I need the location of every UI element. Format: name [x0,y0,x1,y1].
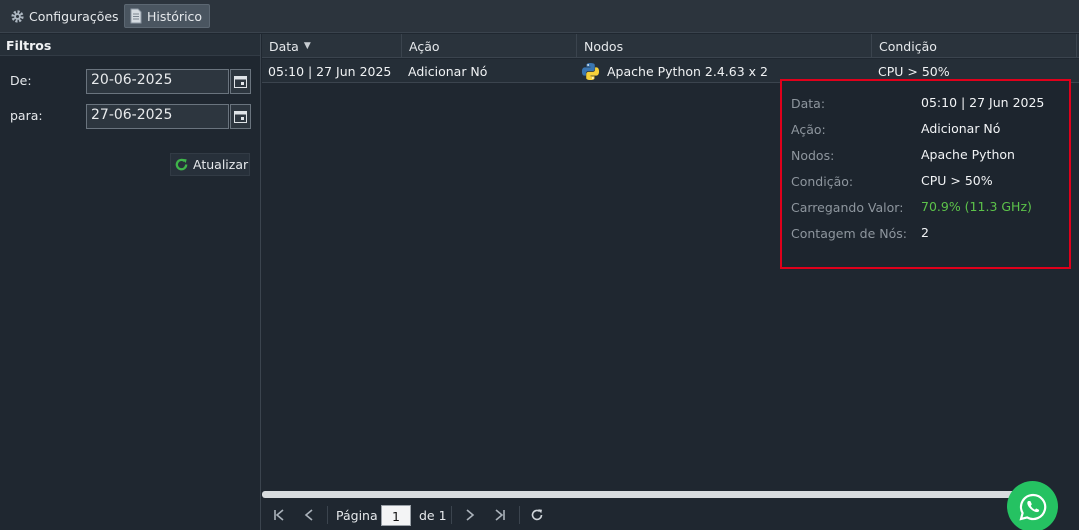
tooltip-value-contagem: 2 [921,225,929,240]
horizontal-scrollbar[interactable] [262,491,1022,498]
calendar-icon [234,75,247,88]
cell-acao: Adicionar Nó [408,63,488,79]
reload-button[interactable] [526,504,548,526]
cell-nodos-label: Apache Python 2.4.63 x 2 [607,63,768,79]
cell-data: 05:10 | 27 Jun 2025 [268,63,392,79]
column-header-nodos-label: Nodos [584,38,624,54]
tooltip-label-nodos: Nodos: [791,148,835,163]
tooltip-value-carregando: 70.9% (11.3 GHz) [921,199,1032,214]
column-header-acao-label: Ação [409,38,440,54]
tab-configuracoes[interactable]: Configurações [4,4,125,28]
whatsapp-button[interactable] [1007,481,1058,530]
reload-icon [531,509,543,521]
page-number-input[interactable]: 1 [381,505,411,526]
to-date-input[interactable]: 27-06-2025 [86,104,229,129]
tooltip-label-acao: Ação: [791,122,826,137]
last-page-button[interactable] [489,504,511,526]
tooltip-value-nodos: Apache Python [921,147,1015,162]
column-header-acao[interactable]: Ação [402,34,577,58]
filters-title: Filtros [6,38,52,53]
row-detail-tooltip: Data: 05:10 | 27 Jun 2025 Ação: Adiciona… [780,79,1071,269]
python-icon [581,62,600,80]
column-header-data-label: Data [269,38,299,54]
tooltip-label-data: Data: [791,96,826,111]
from-label: De: [10,73,32,88]
pager-separator [327,506,328,524]
tooltip-label-contagem: Contagem de Nós: [791,226,907,241]
from-calendar-button[interactable] [230,69,251,94]
tooltip-label-condicao: Condição: [791,174,854,189]
tab-configuracoes-label: Configurações [29,8,119,24]
tooltip-label-carregando: Carregando Valor: [791,200,904,215]
last-page-icon [495,509,505,521]
page-total-label: de 1 [419,508,447,523]
filters-panel: Filtros De: 20-06-2025 para: 27-06-2025 … [0,34,261,530]
from-date-input[interactable]: 20-06-2025 [86,69,229,94]
to-calendar-button[interactable] [230,104,251,129]
column-header-condicao-label: Condição [879,38,937,54]
document-icon [130,8,142,24]
page-label: Página [336,508,378,523]
column-header-nodos[interactable]: Nodos [577,34,872,58]
first-page-button[interactable] [268,504,290,526]
tooltip-value-acao: Adicionar Nó [921,121,1001,136]
to-label: para: [10,108,43,123]
column-header-data[interactable]: Data ▼ [262,34,402,58]
tooltip-value-condicao: CPU > 50% [921,173,993,188]
pagination-toolbar: Página 1 de 1 [262,501,1079,530]
chevron-left-icon [304,509,313,521]
first-page-icon [274,509,284,521]
refresh-label: Atualizar [193,157,249,172]
calendar-icon [234,110,247,123]
refresh-icon [175,158,188,171]
pager-separator [451,506,452,524]
pager-separator [519,506,520,524]
next-page-button[interactable] [459,504,481,526]
top-tab-bar: Configurações Histórico [0,0,1079,33]
tab-historico-label: Histórico [147,8,203,24]
gear-icon [11,9,24,23]
tooltip-value-data: 05:10 | 27 Jun 2025 [921,95,1045,110]
chevron-right-icon [466,509,475,521]
refresh-button[interactable]: Atualizar [170,153,250,176]
grid-header: Data ▼ Ação Nodos Condição [262,34,1079,58]
tab-historico[interactable]: Histórico [124,4,211,28]
prev-page-button[interactable] [298,504,320,526]
sort-desc-icon: ▼ [303,41,311,51]
column-header-condicao[interactable]: Condição [872,34,1077,58]
whatsapp-icon [1018,493,1046,521]
